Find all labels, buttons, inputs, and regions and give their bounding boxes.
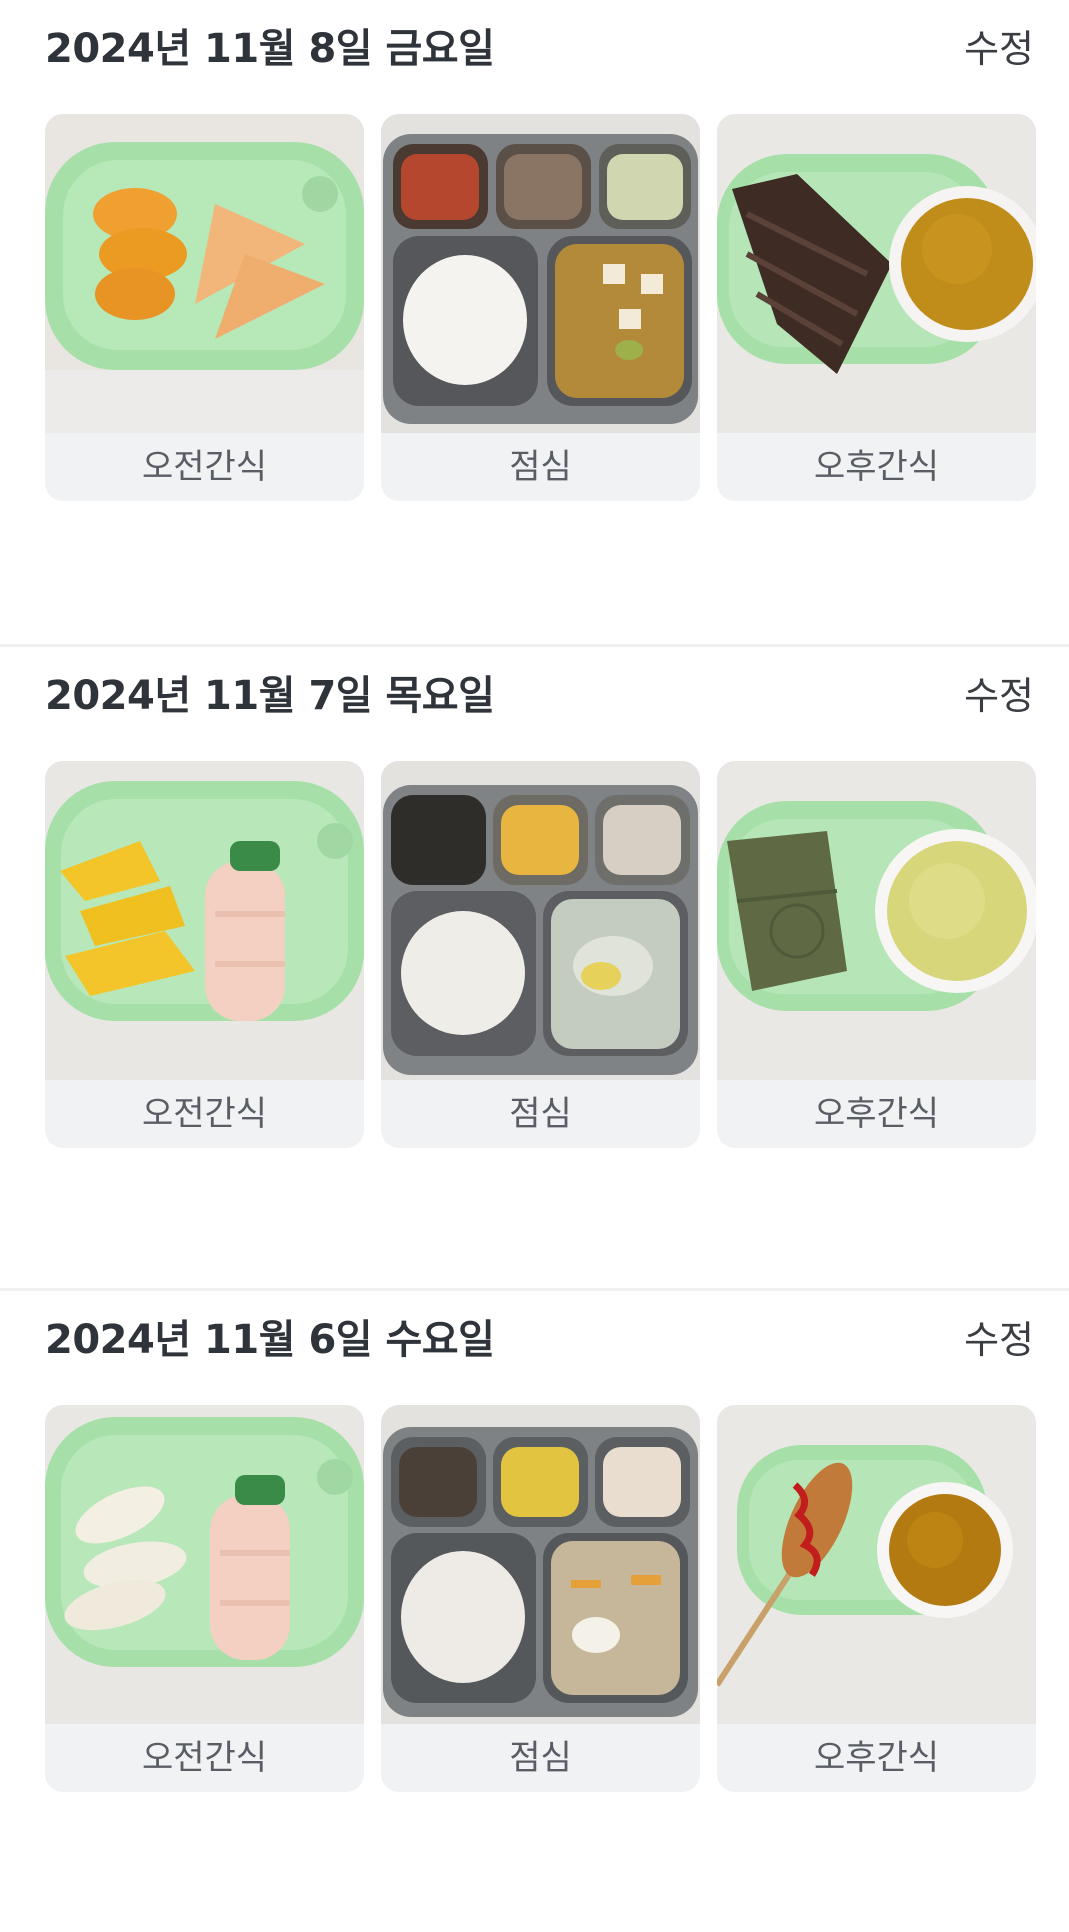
meal-card-morning-snack[interactable]: 오전간식	[45, 761, 364, 1148]
meal-label: 점심	[509, 447, 572, 487]
meal-label: 오전간식	[141, 447, 268, 487]
day-title: 2024년 11월 6일 수요일	[45, 1317, 495, 1363]
meal-photo	[45, 1405, 364, 1724]
meal-card-lunch[interactable]: 점심	[381, 761, 700, 1148]
meal-label: 오전간식	[141, 1738, 268, 1778]
day-header: 2024년 11월 6일 수요일 수정	[45, 1309, 1034, 1364]
meal-label: 오후간식	[813, 1738, 940, 1778]
meal-card-lunch[interactable]: 점심	[381, 1405, 700, 1792]
meal-card-morning-snack[interactable]: 오전간식	[45, 1405, 364, 1792]
meal-photo	[717, 761, 1036, 1080]
meal-card-afternoon-snack[interactable]: 오후간식	[717, 1405, 1036, 1792]
day-header: 2024년 11월 8일 금요일 수정	[45, 18, 1034, 73]
meal-photo	[381, 114, 700, 433]
meal-photo	[381, 1405, 700, 1724]
meal-photo	[45, 761, 364, 1080]
meal-card-afternoon-snack[interactable]: 오후간식	[717, 761, 1036, 1148]
meal-label: 점심	[509, 1738, 572, 1778]
meal-label: 오후간식	[813, 1094, 940, 1134]
day-header: 2024년 11월 7일 목요일 수정	[45, 665, 1034, 720]
meal-row: 오전간식 점심 오후간식	[45, 761, 1036, 1148]
edit-button[interactable]: 수정	[964, 1309, 1034, 1364]
meal-card-morning-snack[interactable]: 오전간식	[45, 114, 364, 501]
meal-card-afternoon-snack[interactable]: 오후간식	[717, 114, 1036, 501]
meal-photo	[45, 114, 364, 433]
meal-row: 오전간식 점심 오후간식	[45, 1405, 1036, 1792]
meal-label: 오후간식	[813, 447, 940, 487]
day-section: 2024년 11월 8일 금요일 수정 오전간식 점심 오후간식	[0, 0, 1069, 644]
meal-row: 오전간식 점심 오후간식	[45, 114, 1036, 501]
meal-card-lunch[interactable]: 점심	[381, 114, 700, 501]
meal-label: 점심	[509, 1094, 572, 1134]
day-title: 2024년 11월 8일 금요일	[45, 26, 495, 72]
day-title: 2024년 11월 7일 목요일	[45, 673, 495, 719]
meal-photo	[381, 761, 700, 1080]
day-section: 2024년 11월 7일 목요일 수정 오전간식 점심 오후간식	[0, 644, 1069, 1288]
meal-label: 오전간식	[141, 1094, 268, 1134]
meal-photo	[717, 1405, 1036, 1724]
day-section: 2024년 11월 6일 수요일 수정 오전간식 점심 오후간식	[0, 1288, 1069, 1932]
edit-button[interactable]: 수정	[964, 18, 1034, 73]
edit-button[interactable]: 수정	[964, 665, 1034, 720]
meal-photo	[717, 114, 1036, 433]
